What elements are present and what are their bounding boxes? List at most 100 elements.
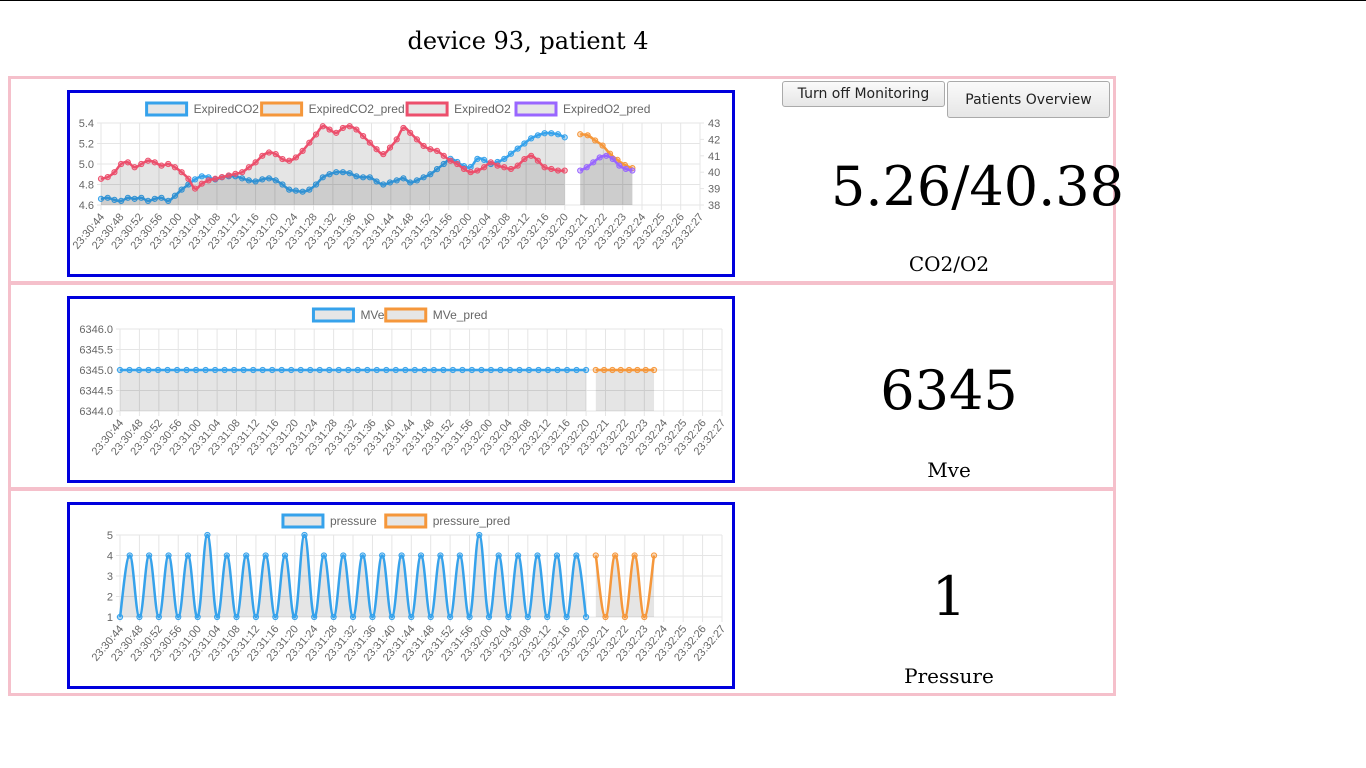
data-point — [265, 149, 273, 156]
data-point — [402, 366, 409, 374]
data-point — [525, 366, 533, 374]
data-point — [116, 366, 124, 374]
data-point — [528, 135, 535, 142]
data-point — [474, 167, 481, 174]
data-point — [320, 552, 328, 559]
y-tick-label: 6345.0 — [79, 365, 113, 377]
data-point — [184, 552, 192, 559]
data-point — [126, 552, 133, 559]
data-point — [460, 165, 468, 173]
data-point — [650, 552, 658, 559]
y-tick-label: 5.4 — [79, 118, 94, 130]
data-point — [373, 366, 380, 374]
data-point — [138, 160, 145, 168]
data-point — [584, 132, 591, 139]
data-point — [561, 167, 568, 174]
data-point — [386, 144, 394, 151]
data-point — [205, 177, 212, 184]
mve-value: 6345 — [880, 359, 1018, 422]
data-point — [136, 613, 143, 621]
data-point — [232, 170, 239, 177]
series-area-mve — [120, 370, 587, 411]
data-point — [165, 160, 172, 168]
data-point — [554, 167, 562, 174]
data-point — [505, 613, 512, 621]
pressure-value: 1 — [931, 565, 967, 628]
data-point — [202, 366, 209, 374]
data-point — [534, 157, 541, 164]
data-point — [561, 134, 568, 141]
data-point — [534, 132, 541, 139]
page-title: device 93, patient 4 — [407, 27, 649, 55]
data-point — [279, 155, 286, 163]
data-point — [393, 136, 400, 143]
data-point — [171, 164, 179, 171]
data-point — [145, 366, 152, 374]
data-point — [312, 131, 320, 138]
data-point — [467, 163, 474, 171]
data-point — [427, 613, 434, 621]
y-tick-label: 5.0 — [79, 159, 94, 171]
data-point — [306, 139, 313, 146]
data-point — [369, 613, 376, 621]
data-point — [621, 613, 629, 621]
legend-item-pressure-pred: pressure_pred — [384, 513, 510, 529]
data-point — [417, 552, 425, 559]
data-point — [494, 162, 501, 169]
data-point — [541, 130, 548, 137]
data-point — [259, 152, 266, 159]
data-point — [218, 174, 226, 181]
data-point — [634, 366, 641, 374]
legend-label-mve-pred: MVe_pred — [433, 308, 488, 322]
panel-mve: MVe MVe_pred 6344.0 6344.5 6345.0 6345.5 6346.… — [8, 282, 1116, 490]
data-point — [366, 139, 373, 146]
data-point — [616, 162, 623, 169]
data-point — [307, 366, 314, 374]
data-point — [252, 159, 259, 166]
data-point — [487, 159, 494, 166]
data-point — [501, 155, 508, 162]
data-point — [288, 366, 295, 374]
data-point — [146, 552, 153, 559]
data-point — [609, 155, 616, 163]
data-point — [388, 613, 395, 621]
data-point — [198, 173, 205, 180]
data-point — [430, 366, 437, 374]
data-point — [447, 613, 454, 621]
y-tick-label: 3 — [107, 571, 113, 583]
legend-label-expiredco2-pred: ExpiredCO2_pred — [309, 102, 405, 116]
data-point — [421, 366, 428, 374]
data-point — [233, 613, 240, 621]
data-point — [259, 366, 266, 374]
data-point — [413, 136, 420, 143]
data-point — [602, 613, 609, 621]
data-point — [225, 172, 232, 179]
data-point — [278, 366, 285, 374]
data-point — [528, 152, 535, 159]
data-point — [97, 175, 105, 182]
data-point — [400, 124, 407, 132]
data-point — [185, 175, 192, 182]
patients-overview-button[interactable]: Patients Overview — [947, 81, 1110, 118]
y-tick-label: 2 — [107, 592, 113, 604]
data-point — [582, 613, 590, 621]
data-point — [364, 366, 371, 374]
data-point — [548, 165, 555, 173]
data-point — [563, 613, 570, 621]
data-point — [183, 366, 190, 374]
y-right-tick-label: 40 — [708, 167, 720, 179]
data-point — [335, 366, 342, 374]
data-point — [379, 552, 386, 559]
legend-label-mve: MVe — [360, 308, 384, 322]
data-point — [164, 366, 171, 374]
data-point — [104, 174, 111, 181]
turn-off-monitoring-button[interactable]: Turn off Monitoring — [782, 81, 945, 107]
legend-item-mve-pred: MVe_pred — [384, 307, 488, 323]
data-point — [495, 552, 502, 559]
data-point — [154, 366, 162, 374]
legend-label-expiredo2-pred: ExpiredO2_pred — [563, 102, 650, 116]
data-point — [326, 126, 333, 133]
data-point — [554, 131, 562, 138]
data-point — [514, 552, 522, 559]
legend-item-pressure: pressure — [281, 513, 377, 529]
